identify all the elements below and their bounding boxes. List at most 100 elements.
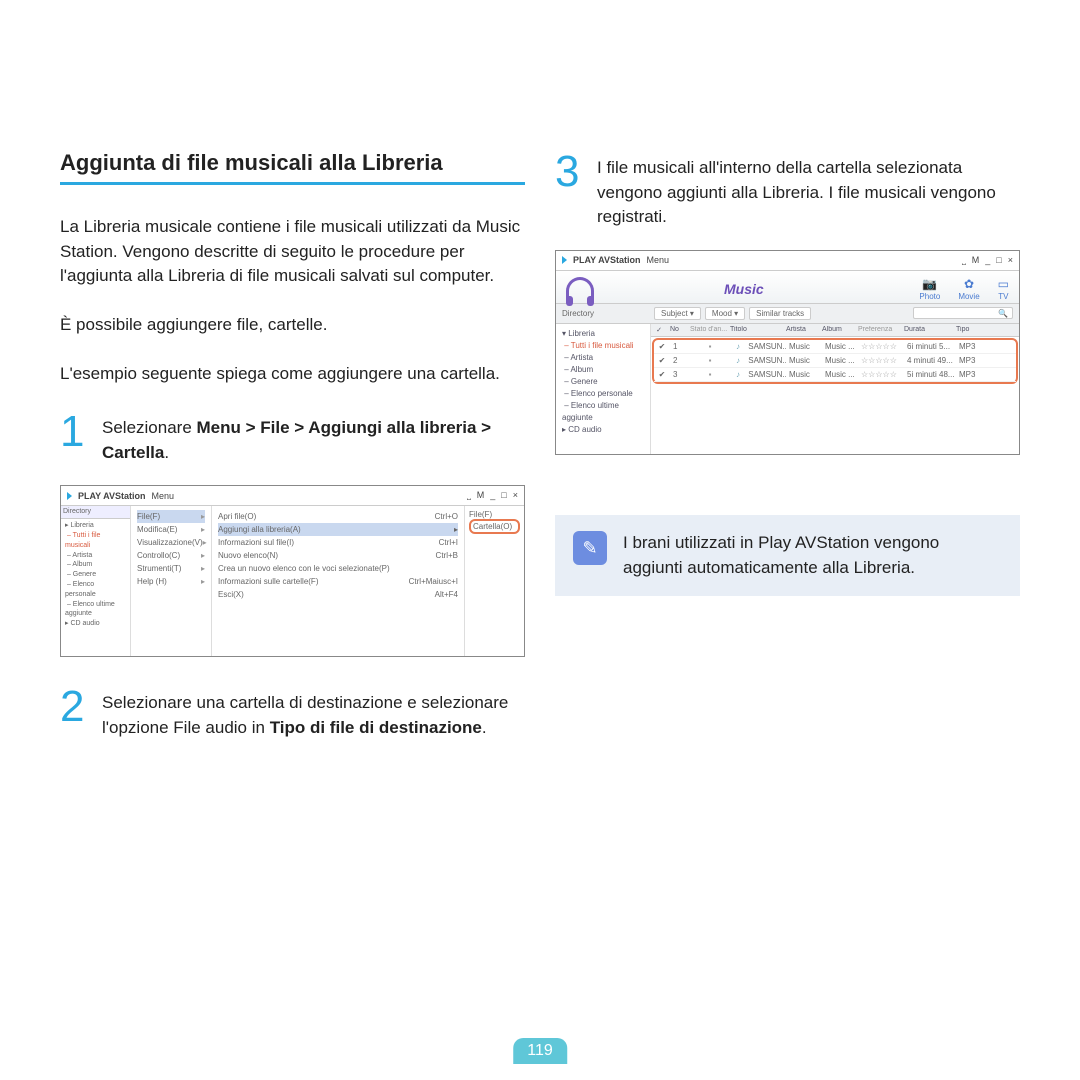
- table-row[interactable]: ✔ 3 ▪ ♪ SAMSUN... Music Music ... ☆☆☆☆☆ …: [654, 368, 1016, 382]
- photo-tab[interactable]: 📷Photo: [919, 277, 940, 301]
- step-1-text: Selezionare Menu > File > Aggiungi alla …: [102, 410, 525, 465]
- cell-type: MP3: [956, 356, 982, 365]
- step1-pre: Selezionare: [102, 418, 197, 437]
- movie-icon: ✿: [964, 277, 974, 291]
- step-2: 2 Selezionare una cartella di destinazio…: [60, 685, 525, 740]
- tree-item[interactable]: Tutti i file musicali: [571, 341, 634, 350]
- intro-paragraph-2: È possibile aggiungere file, cartelle.: [60, 313, 525, 338]
- menu-item[interactable]: File(F): [137, 512, 160, 521]
- menu-item[interactable]: Strumenti(T): [137, 564, 181, 573]
- row-check-icon[interactable]: ✔: [654, 342, 670, 351]
- col-no: No: [667, 326, 687, 334]
- tree-item[interactable]: Genere: [73, 571, 96, 578]
- step1-post: .: [164, 443, 169, 462]
- win-btn[interactable]: ×: [513, 490, 518, 501]
- file-submenu: Apri file(O)Ctrl+O Aggiungi alla libreri…: [211, 506, 464, 656]
- tree-item[interactable]: Artista: [570, 353, 593, 362]
- window-buttons: ⎵ M _ □ ×: [467, 490, 518, 501]
- search-input[interactable]: 🔍: [913, 307, 1013, 319]
- step-number: 2: [60, 685, 96, 729]
- icon-label: TV: [998, 292, 1008, 301]
- submenu-item[interactable]: Esci(X): [218, 590, 244, 599]
- shortcut: Ctrl+B: [436, 551, 458, 560]
- step-number: 3: [555, 150, 591, 194]
- tree-item[interactable]: Libreria: [568, 329, 595, 338]
- info-note: ✎ I brani utilizzati in Play AVStation v…: [555, 515, 1020, 596]
- cell-title: SAMSUN...: [745, 370, 786, 379]
- app-logo-icon: [562, 256, 567, 264]
- cell-title: SAMSUN...: [745, 356, 786, 365]
- flyout-item[interactable]: File(F): [469, 510, 520, 519]
- cell-duration: 5i minuti 48...: [904, 370, 956, 379]
- win-btn[interactable]: _: [490, 490, 495, 501]
- win-btn[interactable]: ×: [1008, 255, 1013, 266]
- flyout-menu: File(F) Cartella(O): [464, 506, 524, 656]
- cell-title: SAMSUN...: [745, 342, 786, 351]
- cell-album: Music ...: [822, 342, 858, 351]
- tree-item[interactable]: Album: [570, 365, 593, 374]
- music-label: Music: [724, 281, 764, 297]
- tree-item[interactable]: Elenco personale: [65, 581, 96, 598]
- col-check: ✓: [651, 326, 667, 334]
- directory-tree: Directory ▸ Libreria – Tutti i file musi…: [61, 506, 131, 656]
- menu-item[interactable]: Visualizzazione(V): [137, 538, 203, 547]
- cell-duration: 4 minuti 49...: [904, 356, 956, 365]
- win-btn[interactable]: M: [972, 255, 980, 266]
- submenu-item[interactable]: Crea un nuovo elenco con le voci selezio…: [218, 564, 390, 573]
- menu-label: Menu: [152, 491, 175, 501]
- submenu-item[interactable]: Aggiungi alla libreria(A): [218, 525, 301, 534]
- cell-type: MP3: [956, 342, 982, 351]
- filter-mood[interactable]: Mood ▾: [705, 307, 745, 320]
- win-btn[interactable]: M: [477, 490, 485, 501]
- filter-similar[interactable]: Similar tracks: [749, 307, 811, 320]
- menu-item[interactable]: Modifica(E): [137, 525, 177, 534]
- intro-paragraph-1: La Libreria musicale contiene i file mus…: [60, 215, 525, 289]
- submenu-item[interactable]: Informazioni sulle cartelle(F): [218, 577, 318, 586]
- tree-item[interactable]: Tutti i file musicali: [65, 532, 100, 549]
- app-name: PLAY AVStation: [573, 255, 641, 265]
- menu-item[interactable]: Help (H): [137, 577, 167, 586]
- menu-label: Menu: [647, 255, 670, 265]
- tree-item[interactable]: Genere: [571, 377, 598, 386]
- tv-tab[interactable]: ▭TV: [998, 277, 1009, 301]
- page-number: 119: [513, 1038, 567, 1064]
- movie-tab[interactable]: ✿Movie: [958, 277, 979, 301]
- note-icon: ✎: [573, 531, 607, 565]
- section-icons: 📷Photo ✿Movie ▭TV: [919, 277, 1009, 301]
- submenu-item[interactable]: Apri file(O): [218, 512, 256, 521]
- note-text: I brani utilizzati in Play AVStation ven…: [623, 531, 1002, 580]
- win-btn[interactable]: ⎵: [467, 490, 471, 501]
- menu-item[interactable]: Controllo(C): [137, 551, 180, 560]
- win-btn[interactable]: □: [501, 490, 506, 501]
- cell-duration: 6i minuti 5...: [904, 342, 956, 351]
- col-duration: Durata: [901, 326, 953, 334]
- table-row[interactable]: ✔ 1 ▪ ♪ SAMSUN... Music Music ... ☆☆☆☆☆ …: [654, 340, 1016, 354]
- tree-item[interactable]: Elenco ultime aggiunte: [65, 601, 115, 618]
- app-logo-icon: [67, 492, 72, 500]
- app-name: PLAY AVStation: [78, 491, 146, 501]
- app-titlebar: PLAY AVStation Menu ⎵ M _ □ ×: [61, 486, 524, 506]
- tree-item[interactable]: Libreria: [70, 522, 93, 529]
- tree-item[interactable]: CD audio: [568, 425, 601, 434]
- row-check-icon[interactable]: ✔: [654, 356, 670, 365]
- tree-item[interactable]: Elenco personale: [571, 389, 633, 398]
- screenshot-menu: PLAY AVStation Menu ⎵ M _ □ × Directory …: [60, 485, 525, 657]
- tree-item[interactable]: Elenco ultime aggiunte: [562, 401, 619, 422]
- window-buttons: ⎵ M _ □ ×: [962, 255, 1013, 266]
- submenu-item[interactable]: Informazioni sul file(I): [218, 538, 294, 547]
- table-row[interactable]: ✔ 2 ▪ ♪ SAMSUN... Music Music ... ☆☆☆☆☆ …: [654, 354, 1016, 368]
- tree-item[interactable]: Album: [72, 561, 92, 568]
- cell-type: MP3: [956, 370, 982, 379]
- tree-item[interactable]: CD audio: [70, 620, 99, 627]
- win-btn[interactable]: □: [996, 255, 1001, 266]
- cell-artist: Music: [786, 342, 822, 351]
- tree-item[interactable]: Artista: [72, 552, 92, 559]
- cell-no: 2: [670, 356, 690, 365]
- row-check-icon[interactable]: ✔: [654, 370, 670, 379]
- filter-subject[interactable]: Subject ▾: [654, 307, 701, 320]
- flyout-item-highlighted[interactable]: Cartella(O): [469, 519, 520, 534]
- win-btn[interactable]: _: [985, 255, 990, 266]
- win-btn[interactable]: ⎵: [962, 255, 966, 266]
- cell-artist: Music: [786, 356, 822, 365]
- submenu-item[interactable]: Nuovo elenco(N): [218, 551, 278, 560]
